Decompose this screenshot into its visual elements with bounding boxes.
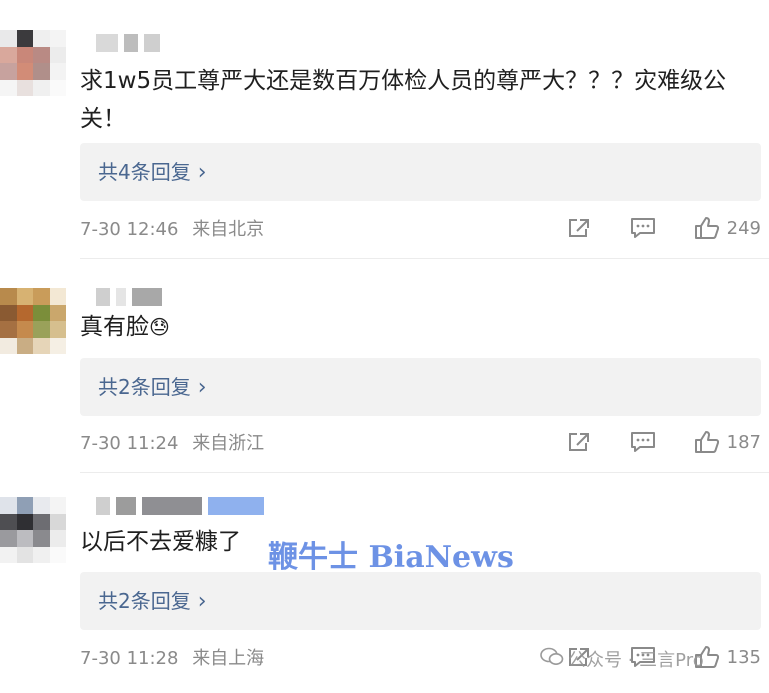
- reply-expander[interactable]: 共2条回复: [80, 572, 761, 630]
- divider: [80, 258, 769, 259]
- share-icon[interactable]: [565, 430, 593, 454]
- comment-meta: 7-30 11:28 来自上海: [80, 647, 264, 671]
- comment-time: 7-30 11:24: [80, 433, 179, 454]
- avatar[interactable]: [0, 497, 66, 563]
- wechat-icon: [540, 647, 564, 672]
- comment-location: 来自上海: [192, 648, 265, 669]
- avatar[interactable]: [0, 30, 66, 96]
- like-count: 249: [726, 217, 761, 239]
- comment-icon[interactable]: [629, 430, 657, 454]
- comment-meta: 7-30 11:24 来自浙江: [80, 432, 264, 456]
- comment-time: 7-30 11:28: [80, 648, 179, 669]
- comment-time: 7-30 12:46: [80, 219, 179, 240]
- like-icon[interactable]: [693, 430, 721, 454]
- comment-text: 真有脸😓: [80, 308, 749, 346]
- comment-text-body: 真有脸: [80, 314, 149, 340]
- comment-actions: 187: [565, 430, 761, 454]
- reply-count-link[interactable]: 共2条回复: [98, 572, 207, 631]
- avatar[interactable]: [0, 288, 66, 354]
- share-icon[interactable]: [565, 216, 593, 240]
- username-blurred[interactable]: [96, 288, 162, 306]
- comment-item-1: 求1w5员工尊严大还是数百万体检人员的尊严大？？？灾难级公关！ 共4条回复 7-…: [0, 0, 769, 260]
- comment-location: 来自浙江: [192, 433, 265, 454]
- sweat-emoji-icon: 😓: [149, 315, 170, 339]
- reply-count-link[interactable]: 共4条回复: [98, 143, 207, 202]
- reply-expander[interactable]: 共2条回复: [80, 358, 761, 416]
- username-blurred[interactable]: [96, 497, 264, 515]
- comment-text: 求1w5员工尊严大还是数百万体检人员的尊严大？？？灾难级公关！: [80, 68, 727, 132]
- like-icon[interactable]: [693, 216, 721, 240]
- bianews-watermark: 鞭牛士 BiaNews: [268, 540, 514, 575]
- like-count: 135: [726, 646, 761, 668]
- comment-meta: 7-30 12:46 来自北京: [80, 218, 264, 242]
- mp-label: 公众号 · 三言Pro: [568, 650, 704, 671]
- reply-count-link[interactable]: 共2条回复: [98, 358, 207, 417]
- comment-actions: 249: [565, 216, 761, 240]
- comment-icon[interactable]: [629, 216, 657, 240]
- reply-expander[interactable]: 共4条回复: [80, 143, 761, 201]
- comment-item-2: 真有脸😓 共2条回复 7-30 11:24 来自浙江 187: [0, 260, 769, 475]
- wechat-mp-watermark: 公众号 · 三言Pro: [540, 646, 704, 672]
- like-count: 187: [726, 431, 761, 453]
- username-blurred[interactable]: [96, 34, 160, 52]
- divider: [80, 472, 769, 473]
- comment-location: 来自北京: [192, 219, 265, 240]
